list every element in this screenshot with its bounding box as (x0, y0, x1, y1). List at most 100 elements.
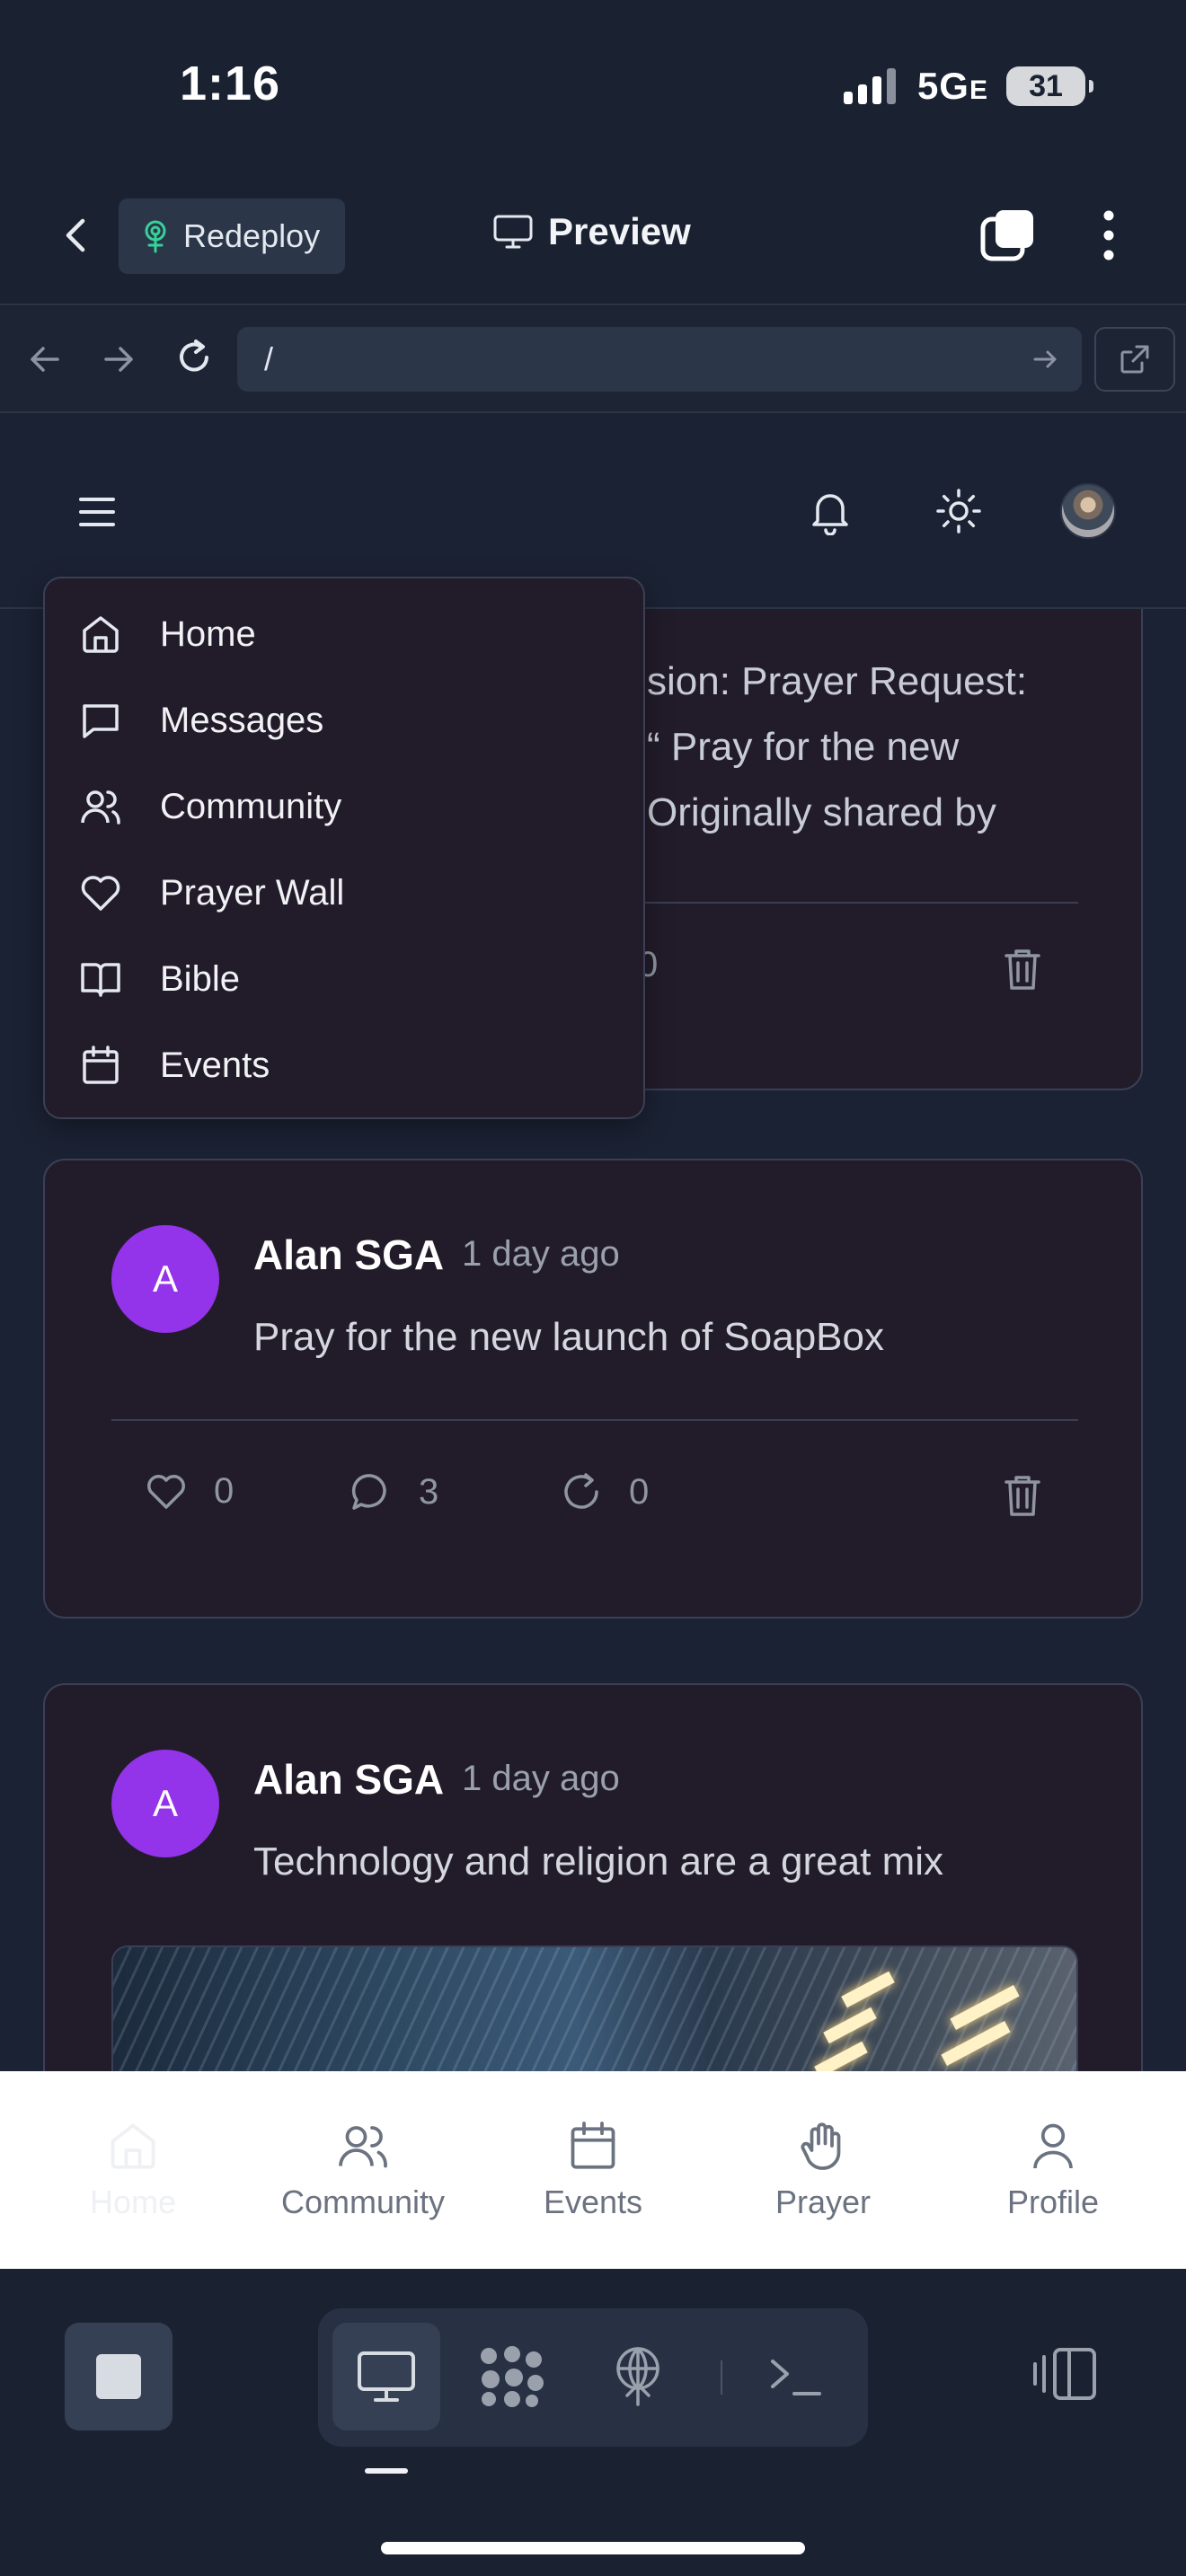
image-detail (941, 2021, 1011, 2066)
message-icon (83, 704, 119, 738)
agent-icon (481, 2346, 544, 2407)
bottom-nav-profile[interactable]: Profile (954, 2119, 1152, 2221)
battery-icon: 31 (1006, 66, 1093, 106)
heart-icon (147, 1474, 185, 1509)
active-view-indicator (365, 2468, 408, 2474)
redeploy-label: Redeploy (183, 217, 321, 254)
monitor-icon (358, 2351, 415, 2402)
url-text: / (264, 340, 274, 377)
preview-view-button[interactable] (332, 2323, 440, 2430)
redeploy-button[interactable]: Redeploy (119, 198, 346, 274)
post-image[interactable] (111, 1945, 1078, 2071)
deploy-icon (616, 2347, 659, 2406)
network-label: 5GE (916, 65, 988, 107)
back-chevron-icon[interactable] (56, 214, 99, 257)
trash-icon[interactable] (1003, 947, 1042, 992)
external-link-icon (1120, 345, 1149, 374)
post-author[interactable]: Alan SGA (253, 1231, 444, 1279)
comment-icon (351, 1474, 386, 1510)
menu-item-home[interactable]: Home (45, 591, 643, 677)
post-timestamp: 1 day ago (462, 1759, 620, 1798)
shell-view-button[interactable] (742, 2323, 850, 2430)
menu-item-messages[interactable]: Messages (45, 677, 643, 763)
calendar-icon (571, 2122, 615, 2169)
view-switcher (318, 2308, 868, 2447)
browser-back-icon[interactable] (23, 338, 66, 381)
bottom-nav-label: Home (89, 2183, 177, 2220)
agent-view-button[interactable] (458, 2323, 566, 2430)
bottom-nav-prayer[interactable]: Prayer (724, 2119, 922, 2221)
menu-item-bible[interactable]: Bible (45, 936, 643, 1022)
comment-button[interactable]: 3 (350, 1471, 438, 1513)
repost-button[interactable]: 0 (561, 1471, 649, 1513)
menu-item-label: Bible (160, 958, 240, 999)
users-icon (339, 2126, 387, 2168)
like-count: 0 (214, 1471, 235, 1511)
hamburger-menu-icon[interactable] (77, 494, 117, 530)
hand-icon (801, 2122, 841, 2170)
menu-item-label: Prayer Wall (160, 872, 345, 913)
preview-tab[interactable]: Preview (492, 210, 691, 253)
bottom-nav-label: Prayer (774, 2183, 872, 2220)
bottom-nav-label: Profile (1006, 2183, 1100, 2220)
users-icon (81, 790, 120, 825)
bottom-nav-label: Events (543, 2183, 643, 2220)
layout-toggle-icon[interactable] (1031, 2344, 1100, 2404)
tabs-icon[interactable] (979, 207, 1037, 264)
home-indicator (381, 2542, 805, 2554)
repost-count: 0 (629, 1471, 650, 1512)
book-icon (81, 963, 120, 997)
more-vertical-icon[interactable] (1091, 207, 1127, 264)
bottom-nav-community[interactable]: Community (264, 2119, 462, 2221)
user-icon (1033, 2123, 1073, 2169)
bottom-nav-events[interactable]: Events (494, 2119, 692, 2221)
workspace-toolbar (0, 2269, 1186, 2576)
menu-item-events[interactable]: Events (45, 1022, 643, 1108)
status-bar: 1:16 5GE 31 (0, 0, 1186, 171)
post-text: Pray for the new launch of SoapBox (253, 1315, 884, 1359)
app-header: Redeploy Preview (0, 171, 1186, 305)
post-text: sion: Prayer Request: “ Pray for the new… (647, 659, 1028, 834)
bottom-nav-home[interactable]: Home (34, 2119, 232, 2221)
bottom-nav-label: Community (280, 2183, 446, 2220)
image-detail (823, 2007, 877, 2044)
stop-button[interactable] (65, 2323, 173, 2430)
post-author[interactable]: Alan SGA (253, 1755, 444, 1804)
menu-item-community[interactable]: Community (45, 763, 643, 850)
like-button[interactable]: 0 (146, 1471, 234, 1512)
url-input[interactable]: / (237, 327, 1082, 392)
trash-icon[interactable] (1003, 1473, 1042, 1518)
menu-item-label: Community (160, 786, 342, 826)
repost-icon (564, 1473, 598, 1509)
post-timestamp: 1 day ago (462, 1234, 620, 1274)
browser-forward-icon[interactable] (97, 338, 140, 381)
menu-item-label: Home (160, 613, 256, 654)
author-avatar[interactable]: A (111, 1225, 219, 1333)
theme-toggle-icon[interactable] (934, 487, 983, 535)
menu-item-label: Messages (160, 700, 324, 740)
user-avatar[interactable] (1060, 483, 1116, 539)
deploy-icon (145, 220, 166, 253)
reload-icon[interactable] (171, 334, 217, 381)
menu-item-prayer-wall[interactable]: Prayer Wall (45, 850, 643, 936)
open-external-button[interactable] (1094, 327, 1175, 392)
monitor-icon (493, 215, 533, 249)
author-avatar[interactable]: A (111, 1750, 219, 1857)
go-arrow-icon[interactable] (1031, 345, 1060, 374)
divider (721, 2360, 722, 2395)
heart-icon (81, 876, 120, 911)
bottom-nav: Home Community Events Prayer Profile (0, 2071, 1186, 2269)
image-detail (841, 1971, 895, 2008)
deploy-view-button[interactable] (584, 2323, 692, 2430)
post-text: Technology and religion are a great mix (253, 1839, 944, 1883)
post-card: A Alan SGA 1 day ago Pray for the new la… (43, 1159, 1143, 1619)
nav-dropdown-menu: Home Messages Community Prayer Wall Bibl… (43, 577, 645, 1119)
browser-bar: / (0, 307, 1186, 413)
image-detail (814, 2041, 868, 2071)
stop-icon (96, 2354, 141, 2399)
terminal-icon (771, 2360, 821, 2395)
post-card: A Alan SGA 1 day ago Technology and reli… (43, 1683, 1143, 2071)
app-viewport: sion: Prayer Request: “ Pray for the new… (0, 413, 1186, 2071)
bell-icon[interactable] (807, 487, 854, 535)
status-indicators: 5GE 31 (843, 65, 1093, 108)
